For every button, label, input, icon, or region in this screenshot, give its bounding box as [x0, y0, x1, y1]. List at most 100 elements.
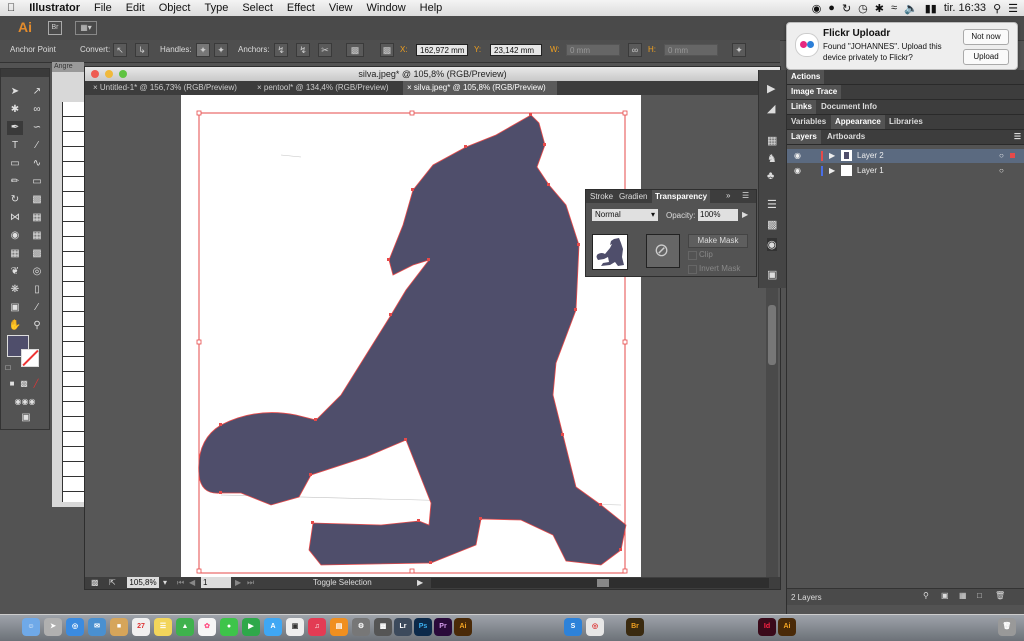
screen-mode-icon[interactable]: ▣	[15, 411, 37, 425]
new-layer-icon[interactable]: □	[977, 591, 982, 600]
blend-mode-select[interactable]: Normal ▾	[592, 209, 658, 221]
clip-checkbox[interactable]	[688, 251, 697, 260]
maps-icon[interactable]: ▲	[176, 618, 194, 636]
tab-links[interactable]: Links	[787, 100, 816, 114]
tab-actions[interactable]: Actions	[787, 70, 825, 84]
gradient-panel-icon[interactable]: ▩	[767, 218, 777, 231]
last-artboard-button[interactable]: ⏭	[247, 578, 254, 588]
zoom-window-button[interactable]	[119, 70, 127, 78]
pen-tool-icon[interactable]: ✒	[7, 121, 23, 135]
zoom-tool-icon[interactable]: ⚲	[29, 319, 45, 333]
actions-icon[interactable]: ▶	[767, 82, 775, 95]
paintbrush-tool-icon[interactable]: ∿	[29, 157, 45, 171]
facetime-icon[interactable]: ▶	[242, 618, 260, 636]
notification-center-icon[interactable]: ☰	[1008, 2, 1018, 15]
artboards-panel-icon[interactable]: ▣	[767, 268, 777, 281]
default-colors-icon[interactable]: □	[3, 361, 13, 375]
status-text[interactable]: Toggle Selection	[313, 578, 372, 587]
mail-icon[interactable]: ✉	[88, 618, 106, 636]
menubar-clock[interactable]: tir. 16:33	[944, 2, 986, 14]
preview-icon[interactable]: ▣	[286, 618, 304, 636]
silva-drawing[interactable]	[181, 95, 641, 579]
previous-artboard-button[interactable]: ◀	[189, 578, 195, 587]
delete-layer-icon[interactable]: 🗑	[995, 591, 1005, 600]
eraser-tool-icon[interactable]: ▭	[29, 175, 45, 189]
gradient-mode-icon[interactable]: ▩	[19, 377, 29, 391]
launchpad-icon[interactable]: ➤	[44, 618, 62, 636]
align-options-button[interactable]: ▩	[346, 43, 364, 57]
flickr-icon[interactable]: ●	[828, 2, 835, 14]
safari-icon[interactable]: ◎	[66, 618, 84, 636]
layer-row-2[interactable]: ◉ ▶ Layer 2 ○	[787, 149, 1024, 163]
type-tool-icon[interactable]: T	[7, 139, 23, 153]
illustrator-dock-icon[interactable]: Ai	[454, 618, 472, 636]
status-menu-arrow-icon[interactable]: ▶	[417, 578, 423, 587]
line-tool-icon[interactable]: ∕	[29, 139, 45, 153]
invert-mask-checkbox[interactable]	[688, 265, 697, 274]
spotlight-icon[interactable]: ⚲	[993, 2, 1001, 15]
notes-icon[interactable]: ☰	[154, 618, 172, 636]
adobe-cc-icon[interactable]: ◉	[812, 2, 822, 15]
premiere-icon[interactable]: Pr	[434, 618, 452, 636]
tab-variables[interactable]: Variables	[787, 115, 830, 129]
y-field[interactable]: 23,142 mm	[490, 44, 542, 56]
free-transform-tool-icon[interactable]: ▦	[29, 211, 45, 225]
bridge-button[interactable]: Br	[48, 21, 62, 35]
tab-gradient[interactable]: Gradien	[619, 192, 647, 201]
photoshop-icon[interactable]: Ps	[414, 618, 432, 636]
camera-icon[interactable]: ▩	[91, 578, 99, 587]
background-document[interactable]: Angre	[52, 62, 85, 507]
cut-path-button[interactable]: ✂	[318, 43, 332, 57]
menu-view[interactable]: View	[322, 0, 360, 16]
tab-transparency[interactable]: Transparency	[652, 190, 711, 203]
menu-edit[interactable]: Edit	[119, 0, 152, 16]
appstore-icon[interactable]: A	[264, 618, 282, 636]
graph-tool-icon[interactable]: ▯	[29, 283, 45, 297]
target-icon[interactable]: ○	[999, 164, 1004, 178]
contacts-icon[interactable]: ■	[110, 618, 128, 636]
transform-icon[interactable]: ✦	[732, 43, 746, 57]
layers-panel-menu-icon[interactable]: ☰	[1014, 130, 1021, 144]
messages-icon[interactable]: ●	[220, 618, 238, 636]
app-menu[interactable]: Illustrator	[22, 0, 87, 16]
next-artboard-button[interactable]: ▶	[235, 578, 241, 587]
menu-help[interactable]: Help	[413, 0, 450, 16]
width-tool-icon[interactable]: ⋈	[7, 211, 23, 225]
layer-name[interactable]: Layer 2	[857, 149, 884, 163]
menu-window[interactable]: Window	[360, 0, 413, 16]
tab-appearance[interactable]: Appearance	[831, 115, 885, 129]
opacity-mask-placeholder[interactable]: ⊘	[646, 234, 680, 268]
reference-point-icon[interactable]: ▩	[380, 43, 394, 57]
convert-smooth-button[interactable]: ↳	[135, 43, 149, 57]
w-field[interactable]: 0 mm	[566, 44, 620, 56]
menu-type[interactable]: Type	[197, 0, 235, 16]
opacity-field[interactable]: 100%	[698, 209, 738, 221]
target-icon[interactable]: ○	[999, 149, 1004, 163]
connect-anchor-button[interactable]: ↯	[296, 43, 310, 57]
tab-stroke[interactable]: Stroke	[590, 192, 613, 201]
eyedropper-tool-icon[interactable]: ❦	[7, 265, 23, 279]
tab-image-trace[interactable]: Image Trace	[787, 85, 842, 99]
stroke-swatch[interactable]	[21, 349, 39, 367]
tab-document-info[interactable]: Document Info	[817, 100, 881, 114]
h-field[interactable]: 0 mm	[664, 44, 718, 56]
arrange-documents-button[interactable]: ▦▾	[75, 21, 97, 35]
shape-builder-tool-icon[interactable]: ◉	[7, 229, 23, 243]
tab-libraries[interactable]: Libraries	[885, 115, 927, 129]
expand-arrow-icon[interactable]: ▶	[829, 164, 835, 178]
symbol-sprayer-tool-icon[interactable]: ❋	[7, 283, 23, 297]
menu-object[interactable]: Object	[152, 0, 198, 16]
drawing-modes-icon[interactable]: ◉◉◉	[7, 395, 43, 409]
mesh-tool-icon[interactable]: ▦	[7, 247, 23, 261]
horizontal-scrollbar-thumb[interactable]	[597, 579, 609, 587]
make-clipping-mask-icon[interactable]: ▣	[941, 591, 949, 600]
apple-icon[interactable]: 	[0, 0, 22, 16]
upload-button[interactable]: Upload	[963, 49, 1009, 65]
transparency-panel-icon[interactable]: ◉	[767, 238, 777, 251]
convert-corner-button[interactable]: ↖	[113, 43, 127, 57]
menu-select[interactable]: Select	[235, 0, 280, 16]
image-trace-icon[interactable]: ◢	[767, 102, 775, 115]
stroke-panel-icon[interactable]: ☰	[767, 198, 777, 211]
horizontal-scrollbar[interactable]	[431, 578, 769, 588]
panel-menu-icon[interactable]: ☰	[742, 191, 749, 200]
